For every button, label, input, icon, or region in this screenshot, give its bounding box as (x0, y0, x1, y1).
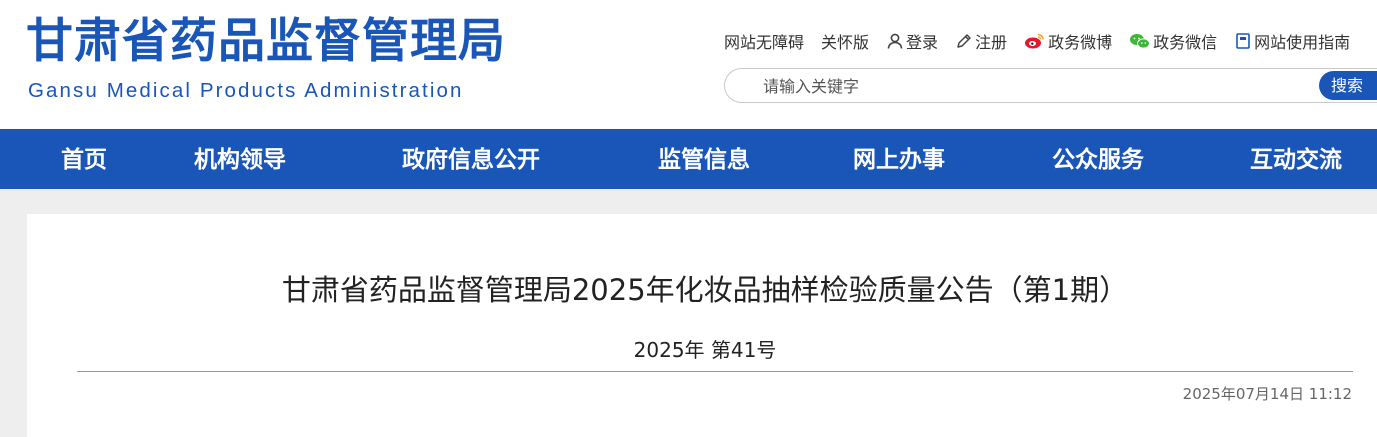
care-mode-link[interactable]: 关怀版 (821, 29, 869, 53)
guide-label: 网站使用指南 (1254, 33, 1351, 52)
register-label: 注册 (975, 33, 1008, 52)
weibo-icon (1025, 33, 1044, 49)
publish-date: 2025年07月14日 11:12 (1182, 385, 1352, 403)
wechat-label: 政务微信 (1153, 33, 1218, 52)
article-card (27, 214, 1377, 437)
accessibility-label: 网站无障碍 (724, 33, 805, 52)
login-label: 登录 (906, 33, 939, 52)
top-links: 网站无障碍 关怀版 登录 注册 政务微博 政务微信 网站使用指南 (724, 29, 1350, 53)
nav-item-gov-info[interactable]: 政府信息公开 (402, 129, 540, 189)
nav-item-supervision[interactable]: 监管信息 (658, 129, 750, 189)
accessibility-link[interactable]: 网站无障碍 (724, 29, 804, 53)
search-button[interactable]: 搜索 (1319, 71, 1377, 100)
nav-item-leadership[interactable]: 机构领导 (194, 129, 286, 189)
site-logo-title[interactable]: 甘肃省药品监督管理局 (26, 12, 506, 72)
site-logo-subtitle: Gansu Medical Products Administration (28, 79, 464, 102)
wechat-link[interactable]: 政务微信 (1129, 29, 1217, 53)
nav-item-home[interactable]: 首页 (61, 129, 107, 189)
register-link[interactable]: 注册 (955, 29, 1007, 53)
user-icon (887, 33, 903, 49)
nav-item-online-services[interactable]: 网上办事 (853, 129, 945, 189)
search-input[interactable] (763, 75, 1303, 97)
main-nav: 首页 机构领导 政府信息公开 监管信息 网上办事 公众服务 互动交流 (0, 129, 1377, 189)
document-number: 2025年 第41号 (633, 338, 777, 362)
care-mode-label: 关怀版 (821, 33, 870, 52)
book-icon (1236, 33, 1250, 49)
nav-item-public-services[interactable]: 公众服务 (1052, 129, 1144, 189)
weibo-link[interactable]: 政务微博 (1024, 29, 1112, 53)
guide-link[interactable]: 网站使用指南 (1234, 29, 1350, 53)
article-title: 甘肃省药品监督管理局2025年化妆品抽样检验质量公告（第1期） (281, 273, 1129, 307)
weibo-label: 政务微博 (1048, 33, 1113, 52)
search-bar: 搜索 (724, 68, 1377, 103)
login-link[interactable]: 登录 (886, 29, 938, 53)
site-header: 甘肃省药品监督管理局 Gansu Medical Products Admini… (0, 0, 1377, 129)
title-divider (77, 371, 1353, 372)
wechat-icon (1130, 34, 1151, 49)
nav-item-interaction[interactable]: 互动交流 (1250, 129, 1342, 189)
pencil-icon (957, 34, 971, 48)
